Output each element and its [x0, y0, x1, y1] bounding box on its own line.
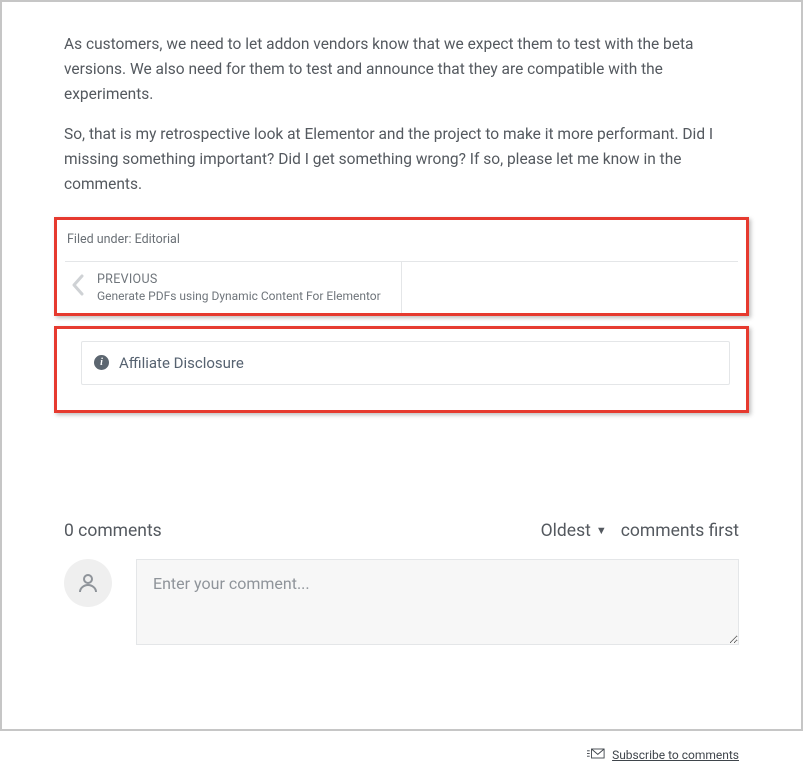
highlighted-disclosure-region: i Affiliate Disclosure	[54, 326, 749, 413]
comments-sort: Oldest ▼ comments first	[541, 521, 739, 541]
mail-icon	[587, 748, 605, 762]
highlighted-meta-nav-region: Filed under: Editorial PREVIOUS Generate…	[54, 217, 749, 316]
user-icon	[76, 571, 100, 595]
affiliate-disclosure-toggle[interactable]: i Affiliate Disclosure	[81, 341, 730, 385]
prev-text-group: PREVIOUS Generate PDFs using Dynamic Con…	[97, 272, 381, 303]
article-paragraph: As customers, we need to let addon vendo…	[64, 32, 739, 106]
article-body: As customers, we need to let addon vendo…	[64, 32, 739, 197]
sort-suffix-label: comments first	[621, 521, 739, 541]
filed-under-label: Filed under:	[67, 232, 135, 247]
subscribe-comments-link[interactable]: Subscribe to comments	[612, 748, 739, 762]
category-link[interactable]: Editorial	[135, 232, 180, 247]
comments-section: 0 comments Oldest ▼ comments first	[64, 521, 739, 762]
filed-under: Filed under: Editorial	[67, 232, 738, 247]
previous-label: PREVIOUS	[97, 272, 381, 287]
comment-input[interactable]	[136, 559, 739, 645]
comment-form	[64, 559, 739, 645]
comments-header: 0 comments Oldest ▼ comments first	[64, 521, 739, 541]
avatar	[64, 559, 112, 607]
comments-count: 0 comments	[64, 521, 162, 541]
sort-dropdown[interactable]: Oldest ▼	[541, 521, 607, 541]
subscribe-row: Subscribe to comments	[64, 747, 739, 762]
chevron-left-icon	[71, 274, 85, 301]
previous-post-title: Generate PDFs using Dynamic Content For …	[97, 289, 381, 303]
next-post-placeholder	[402, 262, 738, 313]
info-icon: i	[94, 355, 109, 370]
affiliate-disclosure-label: Affiliate Disclosure	[119, 354, 244, 372]
article-paragraph: So, that is my retrospective look at Ele…	[64, 122, 739, 196]
post-navigation: PREVIOUS Generate PDFs using Dynamic Con…	[65, 261, 738, 313]
previous-post-link[interactable]: PREVIOUS Generate PDFs using Dynamic Con…	[65, 262, 402, 313]
sort-selected-value: Oldest	[541, 521, 591, 541]
chevron-down-icon: ▼	[596, 524, 607, 537]
